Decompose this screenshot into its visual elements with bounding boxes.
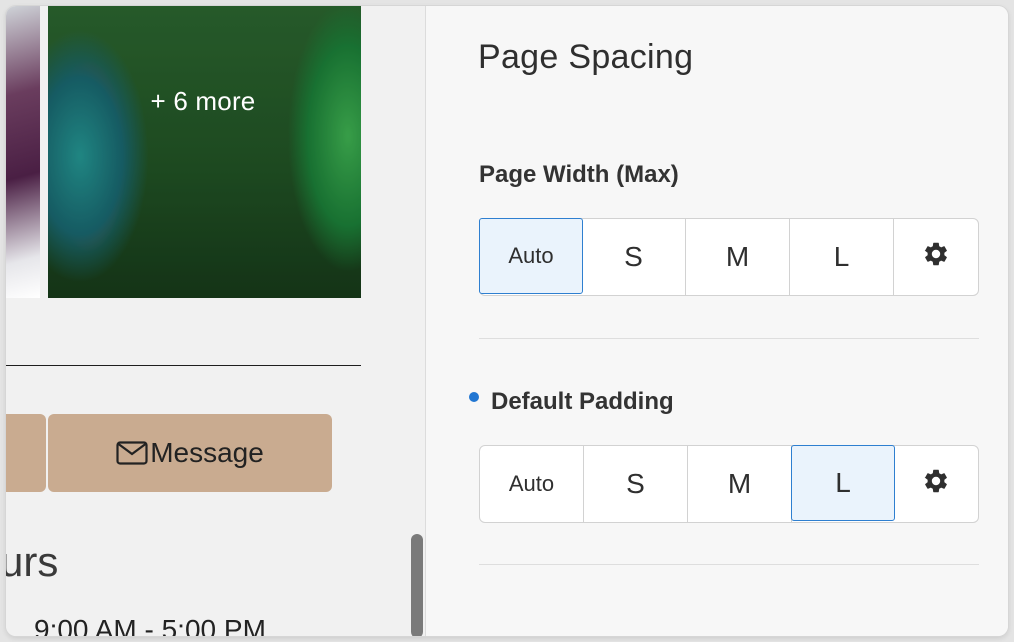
app-window: + 6 more Message urs 9:00 AM - 5:00 PM P… — [6, 6, 1008, 636]
panel-title: Page Spacing — [478, 38, 694, 76]
section-divider — [479, 338, 979, 339]
padding-option-m[interactable]: M — [688, 446, 792, 522]
more-photos-label: + 6 more — [150, 86, 256, 116]
padding-option-s[interactable]: S — [584, 446, 688, 522]
page-width-option-m[interactable]: M — [686, 219, 790, 295]
padding-option-l[interactable]: L — [791, 445, 895, 521]
gear-icon — [922, 240, 950, 275]
padding-settings-button[interactable] — [894, 446, 978, 522]
message-button-label: Message — [150, 437, 264, 468]
cta-button-partial[interactable] — [6, 414, 46, 492]
section-divider — [479, 564, 979, 565]
gallery-photo[interactable] — [6, 6, 40, 298]
photo-overlay — [48, 6, 361, 298]
page-spacing-panel: Page Spacing Page Width (Max) Auto S M L… — [426, 6, 1008, 636]
hours-row: 9:00 AM - 5:00 PM — [34, 614, 266, 636]
page-width-label: Page Width (Max) — [479, 161, 679, 188]
modified-indicator-dot — [469, 392, 479, 402]
default-padding-label: Default Padding — [491, 388, 674, 415]
default-padding-selector: Auto S M L — [479, 445, 979, 523]
padding-option-auto[interactable]: Auto — [480, 446, 584, 522]
page-width-option-s[interactable]: S — [582, 219, 686, 295]
hours-heading: urs — [6, 538, 59, 585]
page-preview[interactable]: + 6 more Message urs 9:00 AM - 5:00 PM — [6, 6, 425, 636]
message-button[interactable]: Message — [48, 414, 332, 492]
preview-divider — [6, 365, 361, 366]
page-width-selector: Auto S M L — [479, 218, 979, 296]
gear-icon — [922, 467, 950, 502]
page-width-option-l[interactable]: L — [790, 219, 894, 295]
page-width-settings-button[interactable] — [894, 219, 978, 295]
envelope-icon — [116, 441, 148, 465]
page-width-option-auto[interactable]: Auto — [479, 218, 583, 294]
preview-scrollbar[interactable] — [411, 534, 423, 636]
gallery-photo-more[interactable]: + 6 more — [48, 6, 361, 298]
